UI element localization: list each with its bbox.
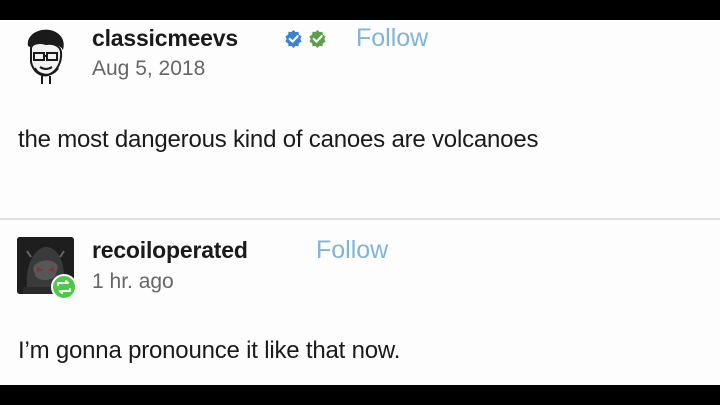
post-body-text: I’m gonna pronounce it like that now. (18, 337, 401, 364)
username[interactable]: classicmeevs (92, 25, 238, 52)
avatar-illustration-icon (16, 26, 74, 84)
post-date[interactable]: Aug 5, 2018 (92, 57, 205, 81)
verified-blue-icon (285, 29, 302, 48)
reblog-icon (51, 274, 77, 300)
post-body-text: the most dangerous kind of canoes are vo… (18, 126, 539, 153)
post-thread: classicmeevs Follow Aug 5, 2018 the most… (0, 20, 720, 385)
verified-green-icon (309, 29, 326, 48)
reblog-comment: recoiloperated Follow 1 hr. ago I’m gonn… (0, 220, 720, 385)
letterbox-bar (0, 385, 720, 405)
avatar[interactable] (16, 26, 74, 84)
username[interactable]: recoiloperated (92, 237, 248, 264)
post-time[interactable]: 1 hr. ago (92, 270, 174, 294)
follow-button[interactable]: Follow (316, 236, 388, 265)
follow-button[interactable]: Follow (356, 24, 428, 53)
original-post: classicmeevs Follow Aug 5, 2018 the most… (0, 20, 720, 218)
